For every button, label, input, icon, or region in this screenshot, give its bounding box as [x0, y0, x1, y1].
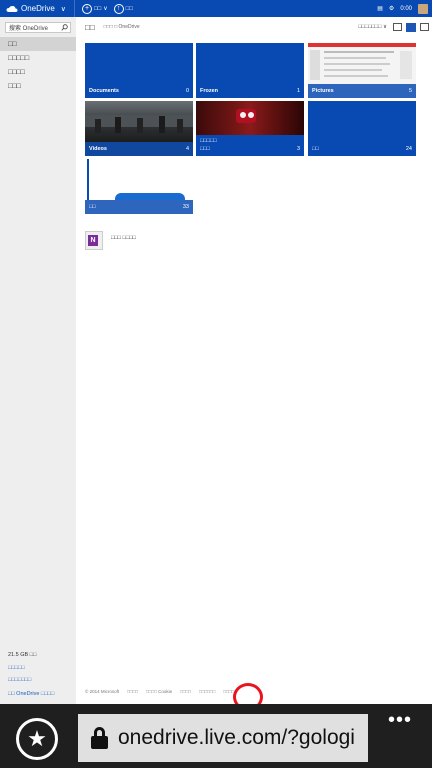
footer-link-developers[interactable]: □□□□ — [180, 689, 191, 694]
top-bar: OneDrive ∨ + □□ ∨ ↑ □□ ▤ ⚙ 0:00 — [0, 0, 432, 17]
tile-label: Pictures — [312, 88, 334, 94]
create-button[interactable]: + □□ ∨ — [82, 3, 108, 14]
search-placeholder: 搜索 OneDrive — [9, 26, 49, 32]
browser-address-bar: ★ onedrive.live.com/?gologi ••• — [0, 704, 432, 768]
folder-tile-frozen[interactable]: Frozen 1 — [196, 43, 304, 98]
footer: © 2014 Microsoft □□□□ □□□□ Cookie □□□□ □… — [85, 689, 234, 694]
sidebar-item-label: □□ — [8, 40, 17, 48]
sidebar-item-label: □□□ — [8, 82, 21, 90]
tile-count: 24 — [405, 146, 412, 152]
breadcrumb[interactable]: □□□ □ OneDrive — [104, 24, 140, 30]
page: OneDrive ∨ + □□ ∨ ↑ □□ ▤ ⚙ 0:00 搜索 OneDr… — [0, 0, 432, 768]
sidebar-item-shared[interactable]: □□□□ — [0, 65, 76, 79]
upload-icon: ↑ — [113, 3, 124, 14]
content-header: □□ □□□ □ OneDrive □□□□□□□ ∨ — [85, 21, 429, 33]
command-bar: + □□ ∨ ↑ □□ — [82, 3, 133, 14]
tile-label: □□ — [89, 204, 96, 210]
chevron-down-icon: ∨ — [103, 6, 108, 12]
file-item-onenote[interactable]: N □□□ □□□□ — [85, 231, 136, 250]
tile-label: Documents — [89, 88, 119, 94]
folder-tile-album[interactable]: □□□□□ □□□ 3 — [196, 101, 304, 156]
sidebar-item-files[interactable]: □□ — [0, 37, 76, 51]
lock-icon — [90, 727, 110, 749]
main-content: □□ □□□ □ OneDrive □□□□□□□ ∨ Documents 0 … — [76, 17, 432, 704]
details-pane-icon[interactable] — [420, 23, 429, 31]
url-text: onedrive.live.com/?gologi — [118, 726, 355, 749]
folder-tile-folder7[interactable]: □□ 33 — [85, 159, 193, 214]
sort-dropdown[interactable]: □□□□□□□ ∨ — [358, 24, 387, 30]
tile-count: 4 — [185, 146, 189, 152]
tile-label: Frozen — [200, 88, 219, 94]
storage-link[interactable]: □□□□□ — [8, 665, 25, 671]
folder-tile-pictures[interactable]: Pictures 5 — [308, 43, 416, 98]
list-view-icon[interactable] — [393, 23, 402, 31]
tile-label-bar — [85, 200, 193, 214]
tile-label: Videos — [89, 146, 107, 152]
onedrive-brand-menu[interactable]: OneDrive ∨ — [0, 0, 75, 17]
onenote-icon: N — [85, 231, 103, 250]
tiles-view-icon[interactable] — [406, 22, 416, 32]
cloud-icon — [6, 5, 18, 12]
sidebar-item-recent[interactable]: □□□□□ — [0, 51, 76, 65]
gear-icon[interactable]: ⚙ — [389, 5, 394, 12]
album-thumbnail — [196, 101, 304, 135]
chevron-down-icon[interactable]: ∨ — [61, 5, 66, 13]
video-thumbnail — [85, 101, 193, 142]
upload-button[interactable]: ↑ □□ — [113, 3, 133, 14]
screenshot-thumbnail — [308, 43, 416, 84]
file-name: □□□ □□□□ — [111, 234, 136, 241]
storage-text: 21.5 GB □□ — [8, 652, 37, 658]
chat-icon[interactable]: ▤ — [377, 5, 383, 12]
recycle-bin-link[interactable]: □□□□□□□ — [8, 677, 31, 683]
plus-icon: + — [82, 3, 92, 14]
footer-link-cookies[interactable]: □□□□ Cookie — [146, 689, 172, 694]
folder-tile-videos[interactable]: Videos 4 — [85, 101, 193, 156]
tile-sublabel: □□□ — [200, 146, 210, 152]
avatar[interactable] — [418, 3, 428, 14]
top-right-controls: ▤ ⚙ 0:00 — [377, 3, 432, 14]
clock-text: 0:00 — [400, 5, 412, 12]
search-input[interactable]: 搜索 OneDrive — [5, 22, 71, 33]
tile-count: 5 — [408, 88, 412, 94]
tile-count: 0 — [185, 88, 189, 94]
tile-count: 33 — [182, 204, 189, 210]
get-onedrive-apps-link[interactable]: □□ OneDrive □□□□ — [8, 691, 54, 697]
create-label: □□ — [94, 5, 102, 12]
sidebar: 搜索 OneDrive □□ □□□□□ □□□□ □□□ 21.5 GB □□… — [0, 17, 76, 704]
favorites-star-icon[interactable]: ★ — [16, 718, 58, 760]
brand-name: OneDrive — [21, 4, 55, 13]
sidebar-item-pcs[interactable]: □□□ — [0, 79, 76, 93]
tile-count: 1 — [296, 88, 300, 94]
tile-label: □□ — [312, 146, 319, 152]
more-options-icon[interactable]: ••• — [388, 709, 412, 732]
copyright-text: © 2014 Microsoft — [85, 689, 120, 694]
tile-label: □□□□□ — [200, 138, 217, 144]
footer-link-report[interactable]: □□□□□□ — [199, 689, 215, 694]
sidebar-item-label: □□□□ — [8, 68, 25, 76]
page-title: □□ — [85, 22, 95, 32]
folder-tile-folder6[interactable]: □□ 24 — [308, 101, 416, 156]
sidebar-item-label: □□□□□ — [8, 54, 30, 62]
image-thumbnail — [85, 159, 193, 200]
upload-label: □□ — [125, 5, 133, 12]
url-field[interactable]: onedrive.live.com/?gologi — [78, 714, 368, 762]
footer-link-terms[interactable]: □□□□ — [127, 689, 138, 694]
tile-count: 3 — [296, 146, 300, 152]
search-icon[interactable] — [59, 23, 70, 32]
folder-tile-documents[interactable]: Documents 0 — [85, 43, 193, 98]
